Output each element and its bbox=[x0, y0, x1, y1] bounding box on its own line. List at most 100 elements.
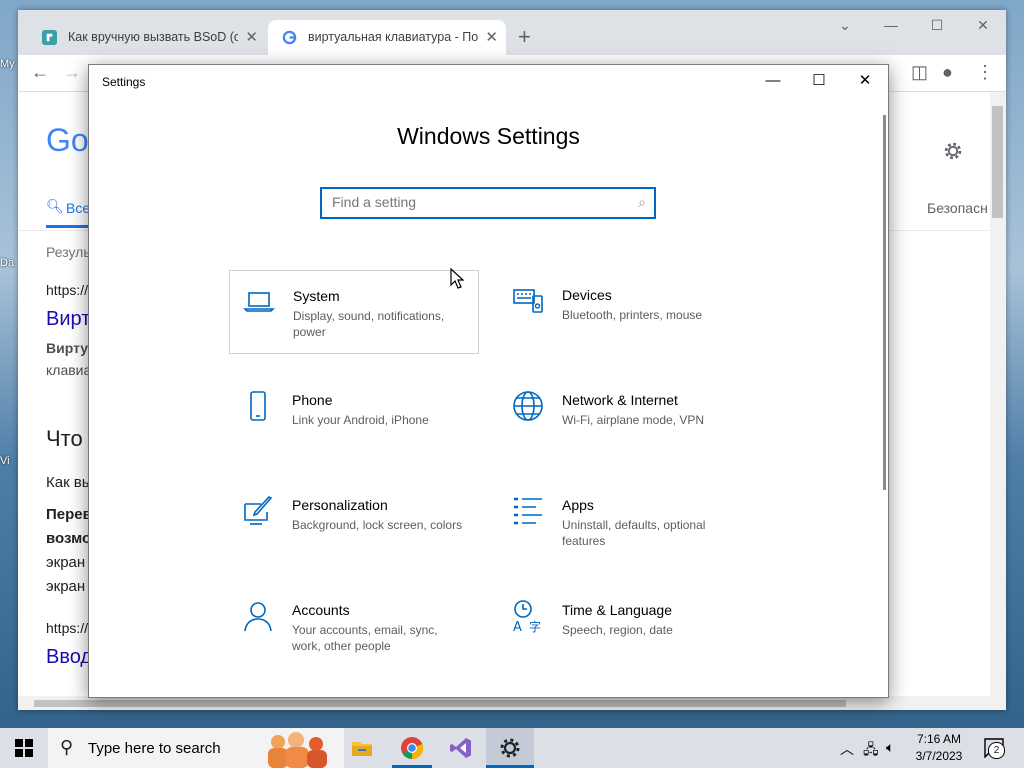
settings-gear-icon[interactable] bbox=[498, 736, 522, 760]
scroll-thumb[interactable] bbox=[34, 700, 846, 707]
close-button[interactable]: ✕ bbox=[842, 65, 888, 97]
window-title: Settings bbox=[102, 75, 146, 89]
site-favicon-icon bbox=[42, 30, 57, 45]
tile-description: Background, lock screen, colors bbox=[292, 518, 463, 532]
result-url: https:// bbox=[46, 620, 89, 636]
phone-icon bbox=[250, 391, 266, 421]
file-explorer-icon[interactable] bbox=[350, 736, 374, 760]
result-snippet: Как вы bbox=[46, 474, 93, 491]
tile-description: Speech, region, date bbox=[562, 623, 673, 637]
page-title: Windows Settings bbox=[397, 123, 580, 149]
devices-icon bbox=[513, 289, 543, 313]
time-language-icon: A 字 bbox=[513, 600, 541, 633]
tile-description: Wi-Fi, airplane mode, VPN bbox=[562, 413, 705, 427]
search-highlight-illustration bbox=[268, 732, 327, 768]
tab-strip: Как вручную вызвать BSoD (си... ✕ виртуа… bbox=[18, 10, 1006, 55]
result-snippet: экран bbox=[46, 554, 86, 571]
tab-search-chevron-icon[interactable]: ⌄ bbox=[822, 10, 868, 40]
tab-all[interactable]: Все bbox=[66, 200, 90, 216]
person-icon bbox=[244, 602, 272, 632]
tile-network[interactable]: Network & Internet Wi-Fi, airplane mode,… bbox=[499, 375, 749, 459]
desktop-label-my: My bbox=[0, 58, 15, 70]
scroll-thumb[interactable] bbox=[992, 106, 1003, 218]
tile-accounts[interactable]: Accounts Your accounts, email, sync, wor… bbox=[229, 585, 479, 669]
section-heading: Что bbox=[46, 426, 83, 451]
tab-close-icon[interactable]: ✕ bbox=[485, 20, 498, 55]
result-url: https:// bbox=[46, 282, 89, 298]
taskbar-search-placeholder: Type here to search bbox=[88, 740, 221, 757]
tab-title: виртуальная клавиатура - Поис... bbox=[308, 30, 478, 44]
network-icon[interactable]: 🖧︎ bbox=[863, 739, 879, 763]
menu-icon[interactable]: ⋮ bbox=[976, 62, 994, 83]
tab-all-underline bbox=[46, 225, 90, 228]
results-count: Резуль bbox=[46, 244, 91, 260]
result-title[interactable]: Вирт bbox=[46, 308, 90, 331]
chrome-icon[interactable] bbox=[400, 736, 424, 760]
back-icon[interactable]: ← bbox=[31, 62, 49, 83]
visual-studio-icon[interactable] bbox=[449, 736, 473, 760]
minimize-button[interactable]: — bbox=[868, 10, 914, 40]
tile-description: Bluetooth, printers, mouse bbox=[562, 308, 703, 322]
tile-devices[interactable]: Devices Bluetooth, printers, mouse bbox=[499, 270, 749, 354]
result-title[interactable]: Ввод bbox=[46, 646, 92, 669]
taskbar-search-box[interactable]: ⚲ Type here to search bbox=[48, 728, 344, 768]
clock-date[interactable]: 3/7/2023 bbox=[908, 749, 970, 763]
tile-title: Phone bbox=[292, 392, 333, 408]
tile-system[interactable]: System Display, sound, notifications, po… bbox=[229, 270, 479, 354]
tile-title: System bbox=[293, 288, 340, 304]
volume-icon[interactable]: 🔈︎ bbox=[886, 739, 894, 756]
google-favicon-icon bbox=[282, 30, 297, 45]
notification-count-badge: 2 bbox=[988, 742, 1005, 759]
search-box[interactable]: ⌕ bbox=[320, 187, 656, 219]
tile-title: Apps bbox=[562, 497, 594, 513]
search-input[interactable] bbox=[332, 189, 622, 215]
tile-title: Personalization bbox=[292, 497, 388, 513]
tile-title: Accounts bbox=[292, 602, 350, 618]
show-hidden-icons-chevron-icon[interactable]: ︿ bbox=[840, 739, 854, 759]
result-snippet: Перев bbox=[46, 506, 92, 523]
result-snippet: клавиа bbox=[46, 362, 92, 378]
globe-icon bbox=[513, 391, 543, 421]
tile-title: Devices bbox=[562, 287, 612, 303]
tile-time-language[interactable]: A 字 Time & Language Speech, region, date bbox=[499, 585, 749, 669]
google-logo[interactable]: Go bbox=[46, 122, 89, 159]
profile-icon[interactable]: ● bbox=[942, 62, 953, 83]
tile-description: Your accounts, email, sync, work, other … bbox=[292, 623, 438, 653]
windows-start-icon[interactable] bbox=[15, 739, 33, 757]
settings-gear-icon[interactable] bbox=[942, 140, 964, 162]
result-snippet: Вирту bbox=[46, 340, 89, 356]
minimize-button[interactable]: — bbox=[750, 65, 796, 97]
search-icon: 🔍︎ bbox=[46, 198, 64, 214]
close-button[interactable]: ✕ bbox=[960, 10, 1006, 40]
result-snippet: возмо bbox=[46, 530, 92, 547]
apps-list-icon bbox=[514, 497, 542, 525]
svg-text:字: 字 bbox=[529, 619, 541, 633]
maximize-button[interactable]: ☐ bbox=[796, 65, 842, 97]
vertical-scrollbar[interactable] bbox=[990, 92, 1006, 696]
new-tab-button[interactable]: + bbox=[518, 24, 531, 50]
tile-description: Display, sound, notifications, power bbox=[293, 309, 445, 339]
tab-bsod[interactable]: Как вручную вызвать BSoD (си... ✕ bbox=[28, 20, 266, 55]
tile-personalization[interactable]: Personalization Background, lock screen,… bbox=[229, 480, 479, 564]
tab-close-icon[interactable]: ✕ bbox=[245, 20, 258, 55]
settings-scrollbar[interactable] bbox=[883, 115, 886, 490]
brush-icon bbox=[244, 496, 273, 525]
side-panel-icon[interactable]: ◫ bbox=[911, 62, 928, 83]
maximize-button[interactable]: ☐ bbox=[914, 10, 960, 40]
result-snippet: экран bbox=[46, 578, 86, 595]
mouse-pointer-icon bbox=[450, 268, 464, 289]
tile-phone[interactable]: Phone Link your Android, iPhone bbox=[229, 375, 479, 459]
desktop-label-da: Da bbox=[0, 257, 15, 269]
clock-time[interactable]: 7:16 AM bbox=[908, 732, 970, 746]
tile-apps[interactable]: Apps Uninstall, defaults, optional featu… bbox=[499, 480, 749, 564]
tile-title: Time & Language bbox=[562, 602, 672, 618]
forward-icon[interactable]: → bbox=[63, 62, 81, 83]
taskbar: ⚲ Type here to search ︿ 🖧︎ 🔈︎ 7:16 AM 3/… bbox=[0, 728, 1024, 768]
settings-window: Settings — ☐ ✕ Windows Settings ⌕ System… bbox=[88, 64, 889, 698]
desktop-label-vi: Vi bbox=[0, 455, 10, 467]
tile-description: Link your Android, iPhone bbox=[292, 413, 429, 427]
tab-search[interactable]: виртуальная клавиатура - Поис... ✕ bbox=[268, 20, 506, 55]
horizontal-scrollbar[interactable] bbox=[18, 696, 1006, 710]
safe-search-link[interactable]: Безопасн bbox=[927, 200, 988, 216]
tab-title: Как вручную вызвать BSoD (си... bbox=[68, 30, 238, 44]
